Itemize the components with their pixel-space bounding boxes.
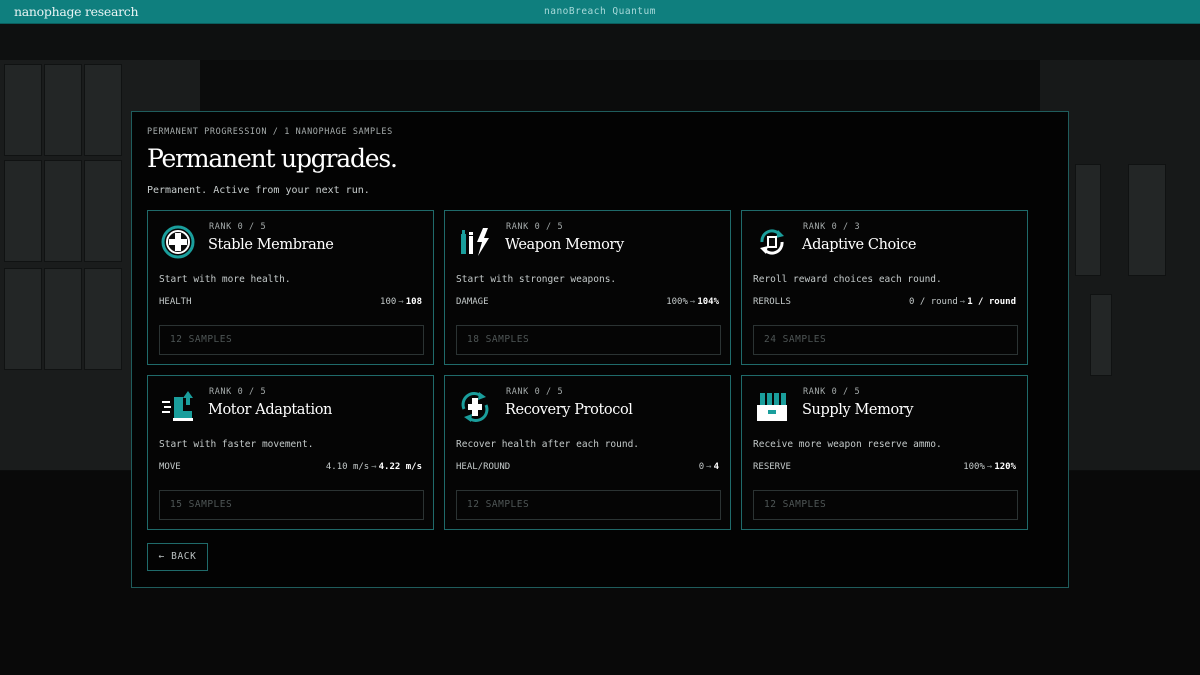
arrow-icon: → <box>706 462 712 472</box>
upgrades-panel: PERMANENT PROGRESSION / 1 NANOPHAGE SAMP… <box>131 111 1069 588</box>
stat-label: DAMAGE <box>456 297 489 307</box>
arrow-icon: → <box>986 462 993 472</box>
stat-from: 0 <box>698 462 705 472</box>
rank-label: RANK 0 / 5 <box>209 222 267 232</box>
rank-label: RANK 0 / 5 <box>209 387 267 397</box>
page-title: Permanent upgrades. <box>147 144 398 173</box>
stat-change: 0 → 4 <box>699 462 719 472</box>
rank-label: RANK 0 / 5 <box>506 222 564 232</box>
upgrade-name: Recovery Protocol <box>505 402 633 418</box>
recovery-icon <box>457 389 493 425</box>
purchase-button[interactable]: 12 SAMPLES <box>159 325 424 355</box>
breadcrumb: PERMANENT PROGRESSION / 1 NANOPHAGE SAMP… <box>147 127 393 137</box>
stat-from: 100 <box>380 297 397 307</box>
stat-label: RESERVE <box>753 462 791 472</box>
stat-to: 108 <box>405 297 422 307</box>
top-bar: nanophage research nanoBreach Quantum <box>0 0 1200 24</box>
medical-cross-icon <box>160 224 196 260</box>
boot-speed-icon <box>160 389 196 425</box>
reroll-icon <box>754 224 790 260</box>
stat-change: 100% → 120% <box>963 462 1016 472</box>
stat-change: 4.10 m/s → 4.22 m/s <box>326 462 422 472</box>
upgrade-description: Receive more weapon reserve ammo. <box>753 439 942 450</box>
upgrade-description: Reroll reward choices each round. <box>753 274 942 285</box>
purchase-button[interactable]: 18 SAMPLES <box>456 325 721 355</box>
stat-to: 1 / round <box>967 297 1016 307</box>
upgrade-name: Supply Memory <box>802 402 914 418</box>
arrow-icon: → <box>371 462 377 472</box>
stat-label: MOVE <box>159 462 181 472</box>
stat-from: 4.10 m/s <box>325 462 370 472</box>
arrow-icon: → <box>689 297 696 307</box>
upgrade-card-adaptive-choice[interactable]: RANK 0 / 3 Adaptive Choice Reroll reward… <box>741 210 1028 365</box>
stat-change: 100 → 108 <box>380 297 422 307</box>
stat-label: HEALTH <box>159 297 192 307</box>
upgrade-card-recovery-protocol[interactable]: RANK 0 / 5 Recovery Protocol Recover hea… <box>444 375 731 530</box>
upgrade-description: Recover health after each round. <box>456 439 640 450</box>
purchase-button[interactable]: 15 SAMPLES <box>159 490 424 520</box>
page-subtitle: Permanent. Active from your next run. <box>147 185 370 196</box>
stat-from: 100% <box>666 297 688 307</box>
upgrade-description: Start with faster movement. <box>159 439 314 450</box>
upgrade-card-weapon-memory[interactable]: RANK 0 / 5 Weapon Memory Start with stro… <box>444 210 731 365</box>
upgrade-name: Weapon Memory <box>505 237 624 253</box>
purchase-button[interactable]: 12 SAMPLES <box>753 490 1018 520</box>
app-title: nanoBreach Quantum <box>544 6 656 17</box>
arrow-icon: → <box>959 297 966 307</box>
stat-change: 0 / round → 1 / round <box>909 297 1016 307</box>
rank-label: RANK 0 / 5 <box>506 387 564 397</box>
upgrade-name: Stable Membrane <box>208 237 334 253</box>
rank-label: RANK 0 / 3 <box>803 222 861 232</box>
upgrade-description: Start with stronger weapons. <box>456 274 617 285</box>
upgrade-description: Start with more health. <box>159 274 291 285</box>
stat-from: 0 / round <box>909 297 958 307</box>
stat-to: 4 <box>713 462 719 472</box>
upgrade-name: Motor Adaptation <box>208 402 332 418</box>
arrow-icon: → <box>398 297 404 307</box>
purchase-button[interactable]: 12 SAMPLES <box>456 490 721 520</box>
back-button[interactable]: ← BACK <box>147 543 208 571</box>
upgrade-card-supply-memory[interactable]: RANK 0 / 5 Supply Memory Receive more we… <box>741 375 1028 530</box>
stat-label: HEAL/ROUND <box>456 462 511 472</box>
weapon-memory-icon <box>457 224 493 260</box>
upgrade-card-stable-membrane[interactable]: RANK 0 / 5 Stable Membrane Start with mo… <box>147 210 434 365</box>
stat-to: 104% <box>697 297 719 307</box>
rank-label: RANK 0 / 5 <box>803 387 861 397</box>
ammo-crate-icon <box>754 389 790 425</box>
upgrade-name: Adaptive Choice <box>802 237 917 253</box>
stat-from: 100% <box>963 462 985 472</box>
stat-label: REROLLS <box>753 297 791 307</box>
stat-to: 120% <box>994 462 1016 472</box>
stat-to: 4.22 m/s <box>378 462 422 472</box>
purchase-button[interactable]: 24 SAMPLES <box>753 325 1018 355</box>
upgrade-card-motor-adaptation[interactable]: RANK 0 / 5 Motor Adaptation Start with f… <box>147 375 434 530</box>
stat-change: 100% → 104% <box>666 297 719 307</box>
